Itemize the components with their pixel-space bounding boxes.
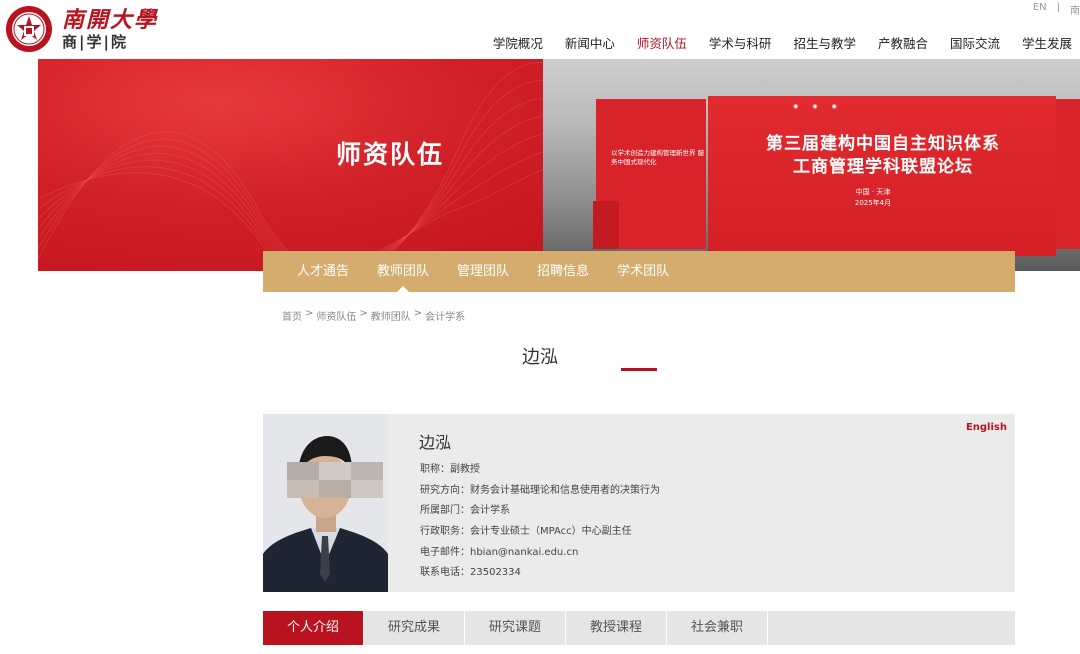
info-department: 所属部门：会计学系 xyxy=(420,505,510,517)
tab-courses[interactable]: 教授课程 xyxy=(566,611,667,645)
subnav-item-talent[interactable]: 人才通告 xyxy=(297,251,349,292)
hero-banner: 师资队伍 以学术创造力建构管理新世界 服务中国式现代化 ◉ ◉ ◉ 第三届建构中… xyxy=(38,59,1080,271)
profile-info-list: 职称：副教授 研究方向：财务会计基础理论和信息使用者的决策行为 所属部门：会计学… xyxy=(420,460,660,584)
lang-en-link[interactable]: EN xyxy=(1033,2,1047,17)
nav-item-international[interactable]: 国际交流 xyxy=(950,33,1000,52)
site-header: 南開大學 商|学|院 EN | 南 学院概况 新闻中心 师资队伍 学术与科研 招… xyxy=(0,0,1080,58)
tab-social-positions[interactable]: 社会兼职 xyxy=(667,611,768,645)
breadcrumb-teachers[interactable]: 教师团队 xyxy=(371,308,411,323)
nav-item-research[interactable]: 学术与科研 xyxy=(709,33,772,52)
nav-item-admissions[interactable]: 招生与教学 xyxy=(793,33,856,52)
podium xyxy=(593,201,619,249)
profile-card: 边泓 English 职称：副教授 研究方向：财务会计基础理论和信息使用者的决策… xyxy=(263,414,1015,592)
profile-tabs: 个人介绍 研究成果 研究课题 教授课程 社会兼职 xyxy=(263,611,1015,645)
main-nav: 学院概况 新闻中心 师资队伍 学术与科研 招生与教学 产教融合 国际交流 学生发… xyxy=(493,33,1072,52)
nav-item-news[interactable]: 新闻中心 xyxy=(565,33,615,52)
breadcrumb-home[interactable]: 首页 xyxy=(282,308,302,323)
university-seal-icon xyxy=(6,6,52,52)
breadcrumb-separator: > xyxy=(305,308,314,319)
stage-side-screen-text: 以学术创造力建构管理新世界 服务中国式现代化 xyxy=(611,149,705,167)
info-admin-position: 行政职务：会计专业硕士（MPAcc）中心副主任 xyxy=(420,526,632,538)
subnav-item-teachers[interactable]: 教师团队 xyxy=(377,251,429,292)
profile-name: 边泓 xyxy=(419,433,452,452)
stage-title-line2: 工商管理学科联盟论坛 xyxy=(793,157,973,177)
breadcrumb: 首页 > 师资队伍 > 教师团队 > 会计学系 xyxy=(282,308,465,323)
nav-item-students[interactable]: 学生发展 xyxy=(1022,33,1072,52)
person-portrait-image xyxy=(263,414,388,592)
stage-logo-1: ◉ xyxy=(793,103,799,110)
info-research-direction: 研究方向：财务会计基础理论和信息使用者的决策行为 xyxy=(420,484,660,496)
profile-photo xyxy=(263,414,388,592)
university-logo[interactable]: 南開大學 商|学|院 xyxy=(4,4,158,54)
nav-item-industry[interactable]: 产教融合 xyxy=(878,33,928,52)
page-title-underline xyxy=(621,368,657,371)
stage-side-screen-right xyxy=(1056,99,1080,249)
nav-item-about[interactable]: 学院概况 xyxy=(493,33,543,52)
breadcrumb-separator: > xyxy=(413,308,423,319)
stage-location-date: 2025年4月 xyxy=(854,198,892,207)
subnav-item-recruitment[interactable]: 招聘信息 xyxy=(537,251,589,292)
stage-title-line1: 第三届建构中国自主知识体系 xyxy=(766,134,1000,154)
stage-logo-2: ◉ xyxy=(812,103,818,110)
stage-location: 中国 · 天津 2025年4月 xyxy=(833,187,913,208)
tab-introduction[interactable]: 个人介绍 xyxy=(263,611,364,645)
banner-title: 师资队伍 xyxy=(336,140,445,169)
tab-research-results[interactable]: 研究成果 xyxy=(364,611,465,645)
info-email[interactable]: 电子邮件：hbian@nankai.edu.cn xyxy=(420,543,660,564)
breadcrumb-faculty[interactable]: 师资队伍 xyxy=(316,308,356,323)
stage-logo-3: ◉ xyxy=(831,103,837,110)
stage-location-place: 中国 · 天津 xyxy=(855,188,891,196)
subnav-item-management[interactable]: 管理团队 xyxy=(457,251,509,292)
nav-item-faculty[interactable]: 师资队伍 xyxy=(637,33,687,52)
lang-divider: | xyxy=(1056,2,1060,13)
subnav-item-academic[interactable]: 学术团队 xyxy=(617,251,669,292)
section-subnav: 人才通告 教师团队 管理团队 招聘信息 学术团队 xyxy=(263,251,1015,292)
info-phone: 联系电话：23502334 xyxy=(420,567,521,579)
lang-cn-link[interactable]: 南 xyxy=(1070,2,1080,17)
page-title: 边泓 xyxy=(522,347,558,368)
language-switcher: EN | 南 xyxy=(1033,2,1080,17)
info-title: 职称：副教授 xyxy=(420,464,480,475)
stage-logos: ◉ ◉ ◉ xyxy=(793,103,837,110)
breadcrumb-separator: > xyxy=(359,308,368,319)
logo-title: 南開大學 xyxy=(62,6,159,33)
tab-research-projects[interactable]: 研究课题 xyxy=(465,611,566,645)
breadcrumb-department[interactable]: 会计学系 xyxy=(425,308,465,323)
english-version-link[interactable]: English xyxy=(966,422,1007,433)
logo-subtitle: 商|学|院 xyxy=(62,32,128,51)
